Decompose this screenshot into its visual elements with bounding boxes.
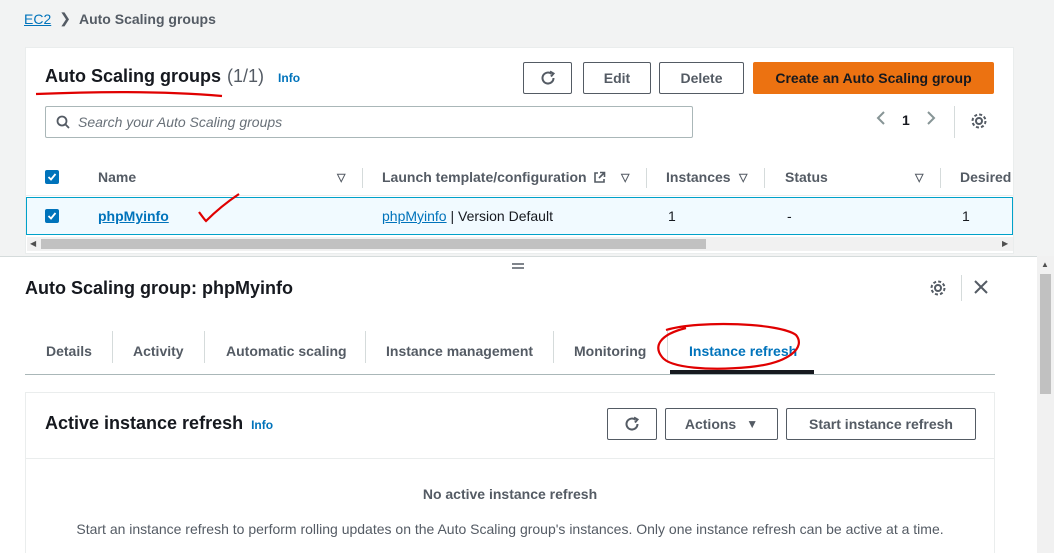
scroll-left-icon[interactable]: ◀ [30, 239, 36, 248]
tab-activity[interactable]: Activity [133, 329, 184, 373]
search-input[interactable] [78, 114, 678, 130]
instance-refresh-panel: Active instance refresh Info Actions ▼ S… [25, 392, 995, 553]
tab-divider [112, 331, 113, 363]
red-checkmark-annotation [198, 193, 240, 223]
launch-template-link[interactable]: phpMyinfo [382, 208, 447, 224]
asg-list-header: Auto Scaling groups (1/1) Info [45, 66, 300, 87]
tab-monitoring[interactable]: Monitoring [574, 329, 646, 373]
pagination: 1 [876, 110, 936, 129]
instance-refresh-header: Active instance refresh Info Actions ▼ S… [26, 393, 994, 459]
table-header: Name ▽ Launch template/configuration ▽ I… [26, 158, 1013, 196]
sort-down-icon[interactable]: ▽ [739, 158, 747, 196]
refresh-icon [541, 70, 555, 85]
column-divider [764, 168, 765, 188]
empty-state-description: Start an instance refresh to perform rol… [76, 521, 944, 537]
refresh-button[interactable] [523, 62, 572, 94]
next-page-icon[interactable] [926, 110, 936, 129]
sort-down-icon[interactable]: ▽ [915, 158, 923, 196]
info-link[interactable]: Info [278, 71, 300, 85]
split-panel-title: Auto Scaling group: phpMyinfo [25, 278, 293, 298]
tab-bar: Details Activity Automatic scaling Insta… [25, 329, 995, 375]
breadcrumb-current: Auto Scaling groups [78, 10, 216, 27]
page-title: Auto Scaling groups [45, 66, 222, 86]
actions-label: Actions [684, 416, 737, 432]
chevron-right-icon: ❯ [59, 10, 71, 26]
column-divider [362, 168, 363, 188]
tab-automatic-scaling[interactable]: Automatic scaling [226, 329, 347, 373]
split-panel: Auto Scaling group: phpMyinfo Details Ac… [0, 256, 1037, 553]
column-header-instances[interactable]: Instances [666, 158, 731, 196]
refresh-button[interactable] [607, 408, 657, 440]
tab-divider [365, 331, 366, 363]
divider [954, 106, 955, 138]
column-header-name[interactable]: Name [98, 158, 136, 196]
close-icon[interactable] [972, 278, 990, 299]
tab-instance-management[interactable]: Instance management [386, 329, 533, 373]
column-divider [646, 168, 647, 188]
sort-down-icon[interactable]: ▽ [621, 158, 629, 196]
page-number[interactable]: 1 [902, 112, 910, 128]
selection-count: (1/1) [227, 66, 265, 86]
breadcrumb: EC2 ❯ Auto Scaling groups [24, 10, 216, 27]
status-value: - [787, 208, 792, 224]
delete-button[interactable]: Delete [659, 62, 744, 94]
scroll-right-icon[interactable]: ▶ [1002, 239, 1008, 248]
empty-state-title: No active instance refresh [422, 486, 598, 502]
prev-page-icon[interactable] [876, 110, 886, 129]
search-box[interactable] [45, 106, 693, 138]
search-icon [56, 115, 70, 129]
breadcrumb-ec2-link[interactable]: EC2 [24, 11, 51, 27]
column-header-launch[interactable]: Launch template/configuration [382, 158, 587, 196]
row-checkbox[interactable] [45, 198, 59, 234]
scrollbar-thumb[interactable] [41, 239, 706, 249]
caret-down-icon: ▼ [746, 417, 759, 431]
instance-refresh-title: Active instance refresh [45, 413, 244, 433]
asg-list-panel: Auto Scaling groups (1/1) Info Edit Dele… [25, 47, 1014, 254]
column-header-desired[interactable]: Desired [960, 158, 1011, 196]
external-link-icon [593, 158, 606, 196]
tab-divider [204, 331, 205, 363]
sort-down-icon[interactable]: ▽ [337, 158, 345, 196]
start-instance-refresh-button[interactable]: Start instance refresh [786, 408, 976, 440]
edit-button[interactable]: Edit [583, 62, 651, 94]
tab-divider [553, 331, 554, 363]
desired-value: 1 [962, 208, 970, 224]
create-asg-button[interactable]: Create an Auto Scaling group [753, 62, 994, 94]
actions-dropdown[interactable]: Actions ▼ [665, 408, 778, 440]
column-divider [940, 168, 941, 188]
info-link[interactable]: Info [251, 418, 273, 432]
divider [961, 275, 962, 301]
column-header-status[interactable]: Status [785, 158, 828, 196]
launch-template-version: | Version Default [446, 208, 553, 224]
select-all-checkbox[interactable] [45, 158, 59, 196]
split-panel-resize-handle[interactable] [512, 257, 524, 273]
red-underline-annotation [35, 90, 223, 98]
refresh-icon [625, 416, 640, 431]
red-circle-annotation [657, 322, 800, 370]
scroll-up-icon[interactable]: ▲ [1041, 260, 1049, 269]
tab-details[interactable]: Details [46, 329, 92, 373]
asg-name-link[interactable]: phpMyinfo [98, 208, 169, 224]
vertical-scrollbar[interactable]: ▲ [1037, 256, 1054, 553]
horizontal-scrollbar[interactable]: ◀ ▶ [27, 237, 1013, 251]
scrollbar-thumb[interactable] [1040, 274, 1051, 394]
gear-icon[interactable] [929, 279, 947, 300]
instances-value: 1 [668, 208, 676, 224]
table-row[interactable]: phpMyinfo phpMyinfo | Version Default 1 … [26, 193, 1013, 235]
gear-icon[interactable] [970, 112, 988, 133]
